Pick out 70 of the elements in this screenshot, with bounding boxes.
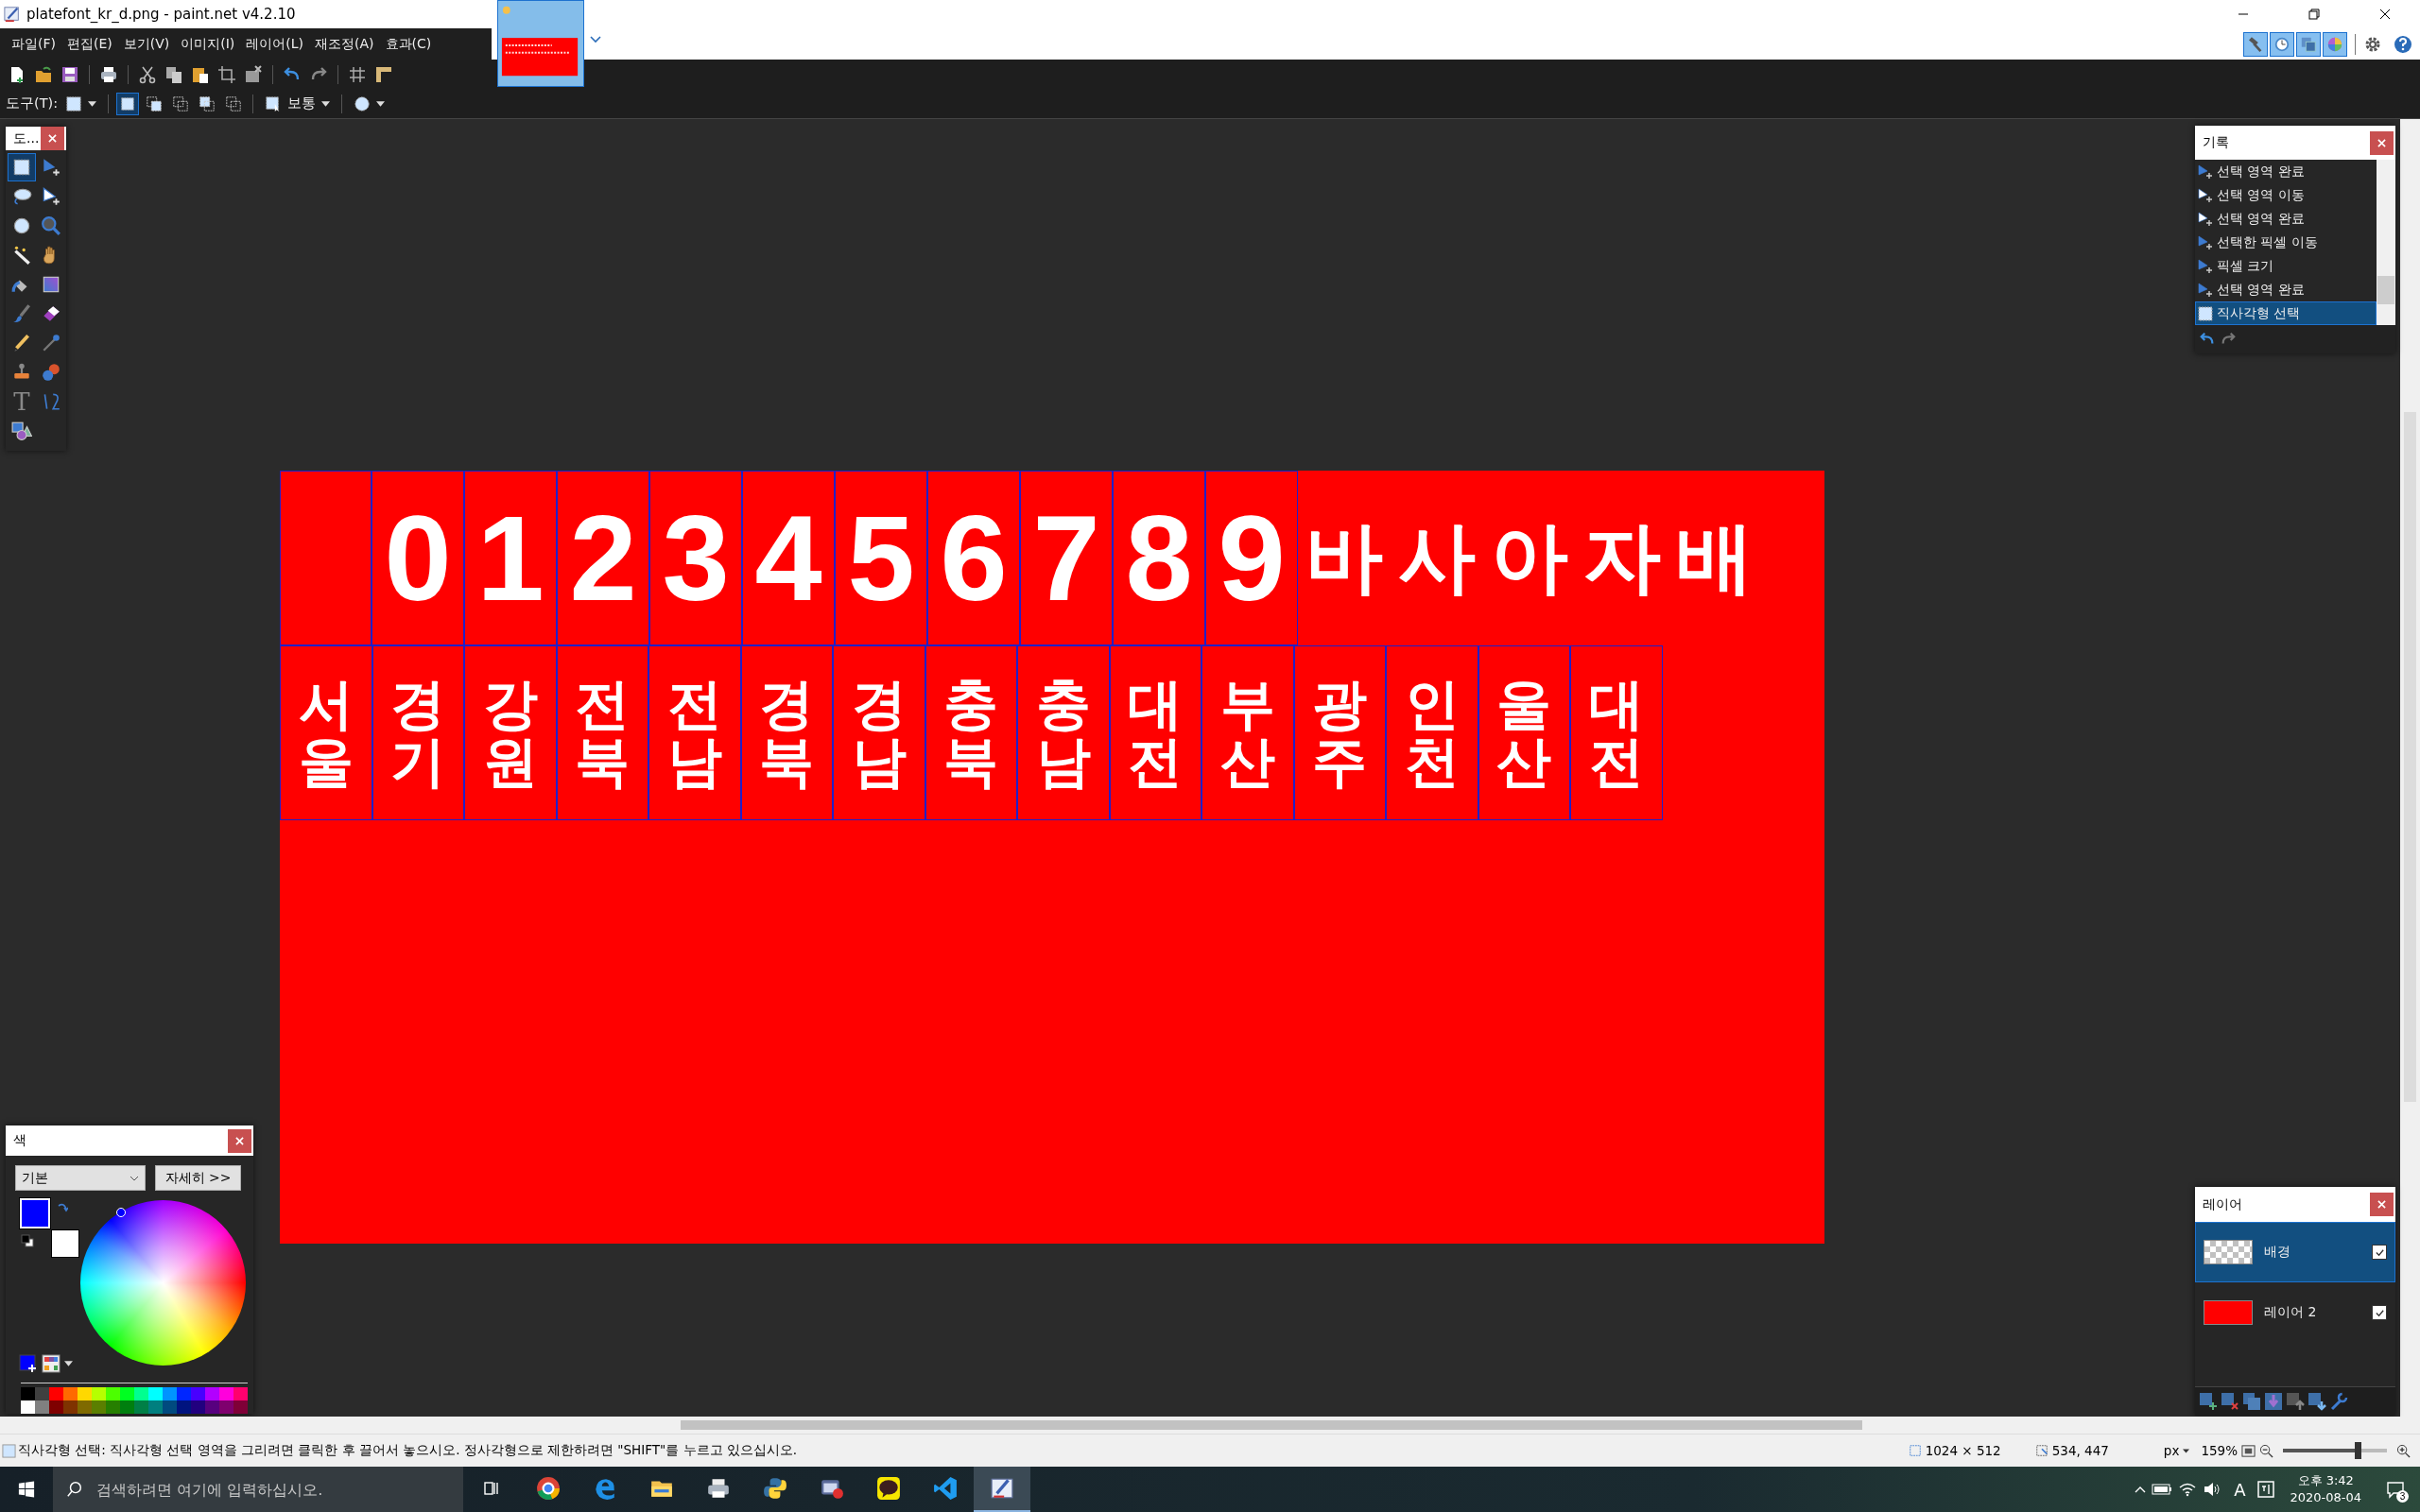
history-item[interactable]: 선택 영역 완료 — [2195, 207, 2377, 231]
layer-name: 레이어 2 — [2264, 1304, 2318, 1321]
region-name: 광주 — [1312, 675, 1368, 791]
menu-item[interactable]: 파일(F) — [6, 31, 61, 57]
notification-count: 3 — [2396, 1490, 2409, 1503]
history-item[interactable]: 직사각형 선택 — [2195, 301, 2377, 325]
region-name: 울산 — [1496, 675, 1552, 791]
panel-title: 레이어 — [2203, 1195, 2242, 1213]
region-name: 대전 — [1588, 675, 1644, 791]
region-name: 충북 — [943, 675, 999, 791]
panel-title: 기록 — [2203, 134, 2229, 151]
panel-title: 도... — [13, 129, 40, 147]
letter-glyph: 바 — [1305, 510, 1384, 604]
text-tool[interactable]: T — [8, 387, 36, 416]
status-hint: 직사각형 선택: 직사각형 선택 영역을 그리려면 클릭한 후 끌어서 놓으시오. 정사각형으로 제한하려면 "SHIFT"를 누르고 있으십시오. — [18, 1442, 798, 1459]
sampling-dropdown[interactable]: 보통 — [261, 94, 335, 112]
search-bar[interactable]: 검색하려면 여기에 입력하십시오. — [53, 1467, 463, 1512]
region-name: 대전 — [1128, 675, 1184, 791]
image-canvas[interactable]: 0 1 2 3 4 5 6 7 8 9 바 사 아 자 배 서울 경기 강원 전북 전남 경북 경남 충북 충남 대전 부산 광주 인천 울산 대전 — [280, 471, 1824, 1244]
menu-item[interactable]: 레이어(L) — [240, 31, 310, 57]
palette-dropdown[interactable]: 기본 — [15, 1165, 146, 1192]
cursor-position: 534, 447 — [2051, 1443, 2109, 1458]
digit-glyph: 9 — [1205, 471, 1298, 645]
menu-item[interactable]: 편집(E) — [61, 31, 118, 57]
menu-item[interactable]: 효과(C) — [379, 31, 438, 57]
history-item[interactable]: 선택 영역 완료 — [2195, 278, 2377, 301]
history-item[interactable]: 선택 영역 완료 — [2195, 160, 2377, 183]
digit-glyph: 2 — [557, 471, 649, 645]
digit-glyph: 5 — [835, 471, 927, 645]
region-name: 전북 — [575, 675, 631, 791]
region-name: 경남 — [851, 675, 907, 791]
region-name: 부산 — [1219, 675, 1275, 791]
region-name: 강원 — [482, 675, 538, 791]
letter-glyph: 자 — [1582, 510, 1662, 604]
region-name: 충남 — [1035, 675, 1091, 791]
clock[interactable]: 오후 3:42 2020-08-04 — [2280, 1471, 2371, 1507]
search-field[interactable]: 검색하려면 여기에 입력하십시오. — [95, 1479, 448, 1500]
layer-row[interactable]: 배경 — [2195, 1222, 2395, 1282]
letter-glyph: 배 — [1675, 510, 1754, 604]
image-size: 1024 × 512 — [1925, 1443, 2001, 1458]
layer-row[interactable]: 레이어 2 — [2195, 1282, 2395, 1343]
input-mode-indicator[interactable]: A — [2227, 1470, 2253, 1508]
letter-glyph: 아 — [1490, 510, 1569, 604]
digit-glyph: 6 — [927, 471, 1020, 645]
menu-item[interactable]: 보기(V) — [117, 31, 176, 57]
zoom-level[interactable]: 159% — [2201, 1443, 2238, 1458]
region-name: 서울 — [298, 675, 354, 791]
history-item[interactable]: 선택 영역 이동 — [2195, 183, 2377, 207]
panel-title: 색 — [13, 1132, 26, 1150]
menu-item[interactable]: 재조정(A) — [309, 31, 380, 57]
history-item[interactable]: 선택한 픽셀 이동 — [2195, 231, 2377, 254]
letter-glyph: 사 — [1397, 510, 1477, 604]
region-name: 인천 — [1404, 675, 1460, 791]
digit-glyph: 3 — [649, 471, 742, 645]
digit-glyph: 0 — [372, 471, 464, 645]
region-name: 경북 — [759, 675, 815, 791]
history-item[interactable]: 픽셀 크기 — [2195, 254, 2377, 278]
more-button[interactable]: 자세히 >> — [155, 1165, 241, 1192]
digit-glyph: 8 — [1113, 471, 1205, 645]
tool-label: 도구(T): — [6, 94, 59, 112]
region-name: 경기 — [390, 675, 446, 791]
notifications-button[interactable]: 3 — [2377, 1470, 2414, 1508]
unit-dropdown[interactable]: px — [2163, 1443, 2180, 1458]
digit-glyph: 4 — [742, 471, 835, 645]
window-title: platefont_kr_d.png - paint.net v4.2.10 — [26, 6, 297, 23]
digit-glyph: 1 — [464, 471, 557, 645]
digit-glyph: 7 — [1020, 471, 1113, 645]
layer-name: 배경 — [2264, 1244, 2291, 1261]
menu-item[interactable]: 이미지(I) — [175, 31, 241, 57]
region-name: 전남 — [666, 675, 722, 791]
